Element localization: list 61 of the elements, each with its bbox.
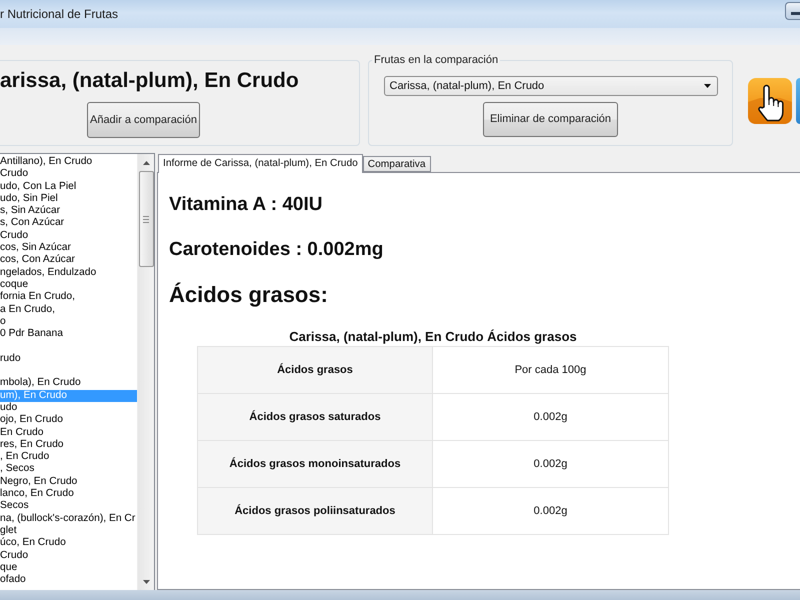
list-item[interactable]: úco, En Crudo — [0, 537, 137, 550]
list-item[interactable]: udo, Con La Piel — [0, 180, 137, 193]
column-header: Ácidos grasos — [198, 346, 432, 394]
group-label: Frutas en la comparación — [373, 54, 500, 67]
table-cell: Ácidos grasos monoinsaturados — [198, 440, 432, 488]
tab[interactable]: Informe de Carissa, (natal-plum), En Crudo — [158, 154, 363, 173]
table-cell: Ácidos grasos poliinsaturados — [198, 488, 432, 534]
list-item[interactable]: que — [0, 562, 137, 574]
list-item[interactable]: mbola), En Crudo — [0, 377, 137, 390]
section-heading: Ácidos grasos: — [169, 281, 328, 309]
list-item[interactable]: res, En Crudo — [0, 438, 137, 452]
add-to-comparison-button[interactable]: Añadir a comparación — [87, 102, 200, 138]
fruit-combobox[interactable]: Carissa, (natal-plum), En Crudo — [384, 76, 718, 96]
list-item[interactable]: Antillano), En Crudo — [0, 156, 137, 168]
list-item[interactable]: udo, Sin Piel — [0, 192, 137, 206]
list-item[interactable]: lanco, En Crudo — [0, 488, 137, 500]
list-item[interactable]: glet — [0, 524, 137, 538]
hand-cursor-icon[interactable] — [748, 78, 792, 124]
caret-down-icon[interactable] — [142, 580, 150, 584]
list-item[interactable]: ojo, En Crudo — [0, 414, 137, 427]
list-item[interactable]: Crudo — [0, 168, 137, 181]
caret-down-icon — [704, 84, 710, 88]
tile-icon[interactable] — [796, 78, 800, 124]
list-item[interactable]: Crudo — [0, 230, 137, 242]
nutrient-value: Carotenoides : 0.002mg — [169, 238, 384, 262]
list-item[interactable]: fornia En Crudo, — [0, 291, 137, 304]
list-item[interactable]: s, Con Azúcar — [0, 217, 137, 230]
window-title: r Nutricional de Frutas — [0, 7, 118, 21]
scrollbar-thumb[interactable] — [138, 171, 154, 267]
list-item[interactable]: Crudo — [0, 550, 137, 562]
list-item[interactable]: ofado — [0, 574, 137, 586]
column-header: Por cada 100g — [432, 346, 668, 394]
list-item[interactable]: En Crudo — [0, 426, 137, 439]
list-item[interactable]: s, Sin Azúcar — [0, 205, 137, 218]
scrollbar[interactable] — [137, 154, 154, 590]
fruit-name-heading: arissa, (natal-plum), En Crudo — [0, 68, 299, 93]
list-item[interactable]: rudo — [0, 352, 137, 366]
list-item[interactable]: ngelados, Endulzado — [0, 266, 137, 279]
list-item[interactable]: na, (bullock's-corazón), En Cr — [0, 512, 137, 525]
table-cell: 0.002g — [432, 394, 668, 440]
list-item[interactable]: Secos — [0, 500, 137, 513]
list-item[interactable]: , Secos — [0, 463, 137, 476]
list-item[interactable]: o — [0, 316, 137, 328]
minimize-button[interactable] — [785, 2, 800, 20]
table-cell: Ácidos grasos saturados — [198, 394, 432, 440]
list-item[interactable]: coque — [0, 278, 137, 292]
tab[interactable]: Comparativa — [362, 156, 431, 172]
caret-up-icon[interactable] — [142, 161, 150, 165]
list-item[interactable]: a En Crudo, — [0, 304, 137, 316]
list-item[interactable]: cos, Sin Azúcar — [0, 242, 137, 254]
table-cell: 0.002g — [432, 440, 668, 488]
remove-from-comparison-button[interactable]: Eliminar de comparación — [483, 102, 618, 137]
list-item[interactable]: 0 Pdr Banana — [0, 328, 137, 340]
list-item[interactable]: cos, Con Azúcar — [0, 254, 137, 267]
list-item[interactable]: , En Crudo — [0, 451, 137, 464]
nutrient-value: Vitamina A : 40IU — [169, 193, 322, 217]
list-item[interactable]: Negro, En Crudo — [0, 476, 137, 488]
table-cell: 0.002g — [432, 488, 668, 534]
table-caption: Carissa, (natal-plum), En Crudo Ácidos grasos — [288, 329, 578, 345]
minimize-icon — [791, 12, 800, 15]
list-item[interactable]: udo — [0, 402, 137, 414]
